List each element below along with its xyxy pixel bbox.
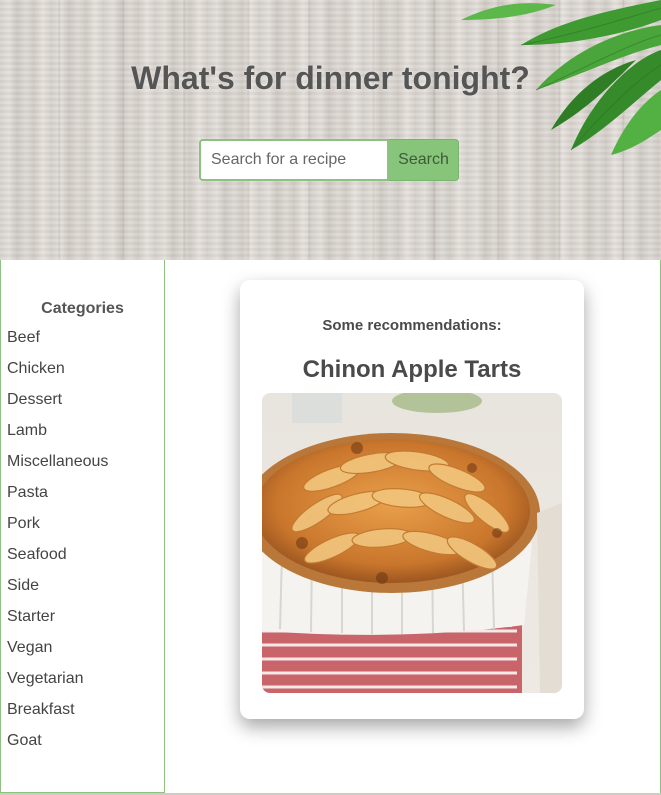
category-item-pork[interactable]: Pork: [1, 515, 164, 546]
category-item-seafood[interactable]: Seafood: [1, 546, 164, 577]
category-item-miscellaneous[interactable]: Miscellaneous: [1, 453, 164, 484]
search-button[interactable]: Search: [389, 139, 459, 181]
recipe-card[interactable]: Some recommendations: Chinon Apple Tarts: [240, 280, 584, 719]
search-bar: Search: [199, 139, 459, 181]
main-area: Categories Beef Chicken Dessert Lamb Mis…: [0, 260, 661, 795]
category-item-chicken[interactable]: Chicken: [1, 360, 164, 391]
category-item-pasta[interactable]: Pasta: [1, 484, 164, 515]
category-item-lamb[interactable]: Lamb: [1, 422, 164, 453]
category-item-vegan[interactable]: Vegan: [1, 639, 164, 670]
category-item-side[interactable]: Side: [1, 577, 164, 608]
category-item-vegetarian[interactable]: Vegetarian: [1, 670, 164, 701]
page-title: What's for dinner tonight?: [131, 60, 530, 96]
recommendations-area: Some recommendations: Chinon Apple Tarts: [165, 260, 661, 793]
categories-heading: Categories: [41, 300, 124, 317]
categories-sidebar: Categories Beef Chicken Dessert Lamb Mis…: [0, 260, 165, 793]
category-item-dessert[interactable]: Dessert: [1, 391, 164, 422]
recipe-image[interactable]: [262, 393, 562, 693]
category-item-beef[interactable]: Beef: [1, 329, 164, 360]
category-item-breakfast[interactable]: Breakfast: [1, 701, 164, 732]
recipe-title[interactable]: Chinon Apple Tarts: [240, 356, 584, 384]
search-input[interactable]: [199, 139, 389, 181]
category-item-starter[interactable]: Starter: [1, 608, 164, 639]
recommendations-heading: Some recommendations:: [322, 317, 502, 334]
category-list: Beef Chicken Dessert Lamb Miscellaneous …: [1, 329, 164, 763]
category-item-goat[interactable]: Goat: [1, 732, 164, 763]
apple-tart-photo-icon: [262, 393, 562, 693]
hero-banner: What's for dinner tonight? Search: [0, 0, 661, 260]
